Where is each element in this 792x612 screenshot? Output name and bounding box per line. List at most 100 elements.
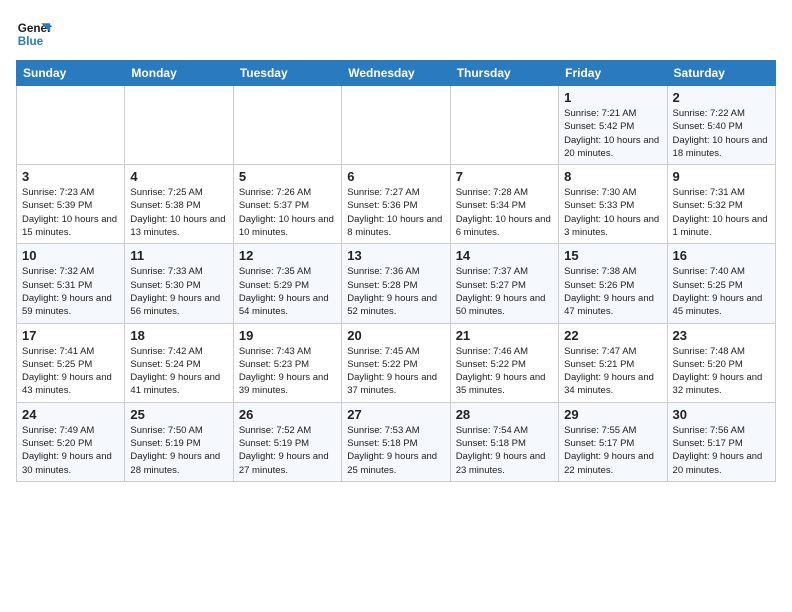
col-header-wednesday: Wednesday bbox=[342, 61, 450, 86]
day-number: 13 bbox=[347, 248, 444, 263]
col-header-monday: Monday bbox=[125, 61, 233, 86]
day-info: Sunrise: 7:33 AM Sunset: 5:30 PM Dayligh… bbox=[130, 265, 227, 318]
day-cell: 21Sunrise: 7:46 AM Sunset: 5:22 PM Dayli… bbox=[450, 323, 558, 402]
day-info: Sunrise: 7:49 AM Sunset: 5:20 PM Dayligh… bbox=[22, 424, 119, 477]
day-info: Sunrise: 7:43 AM Sunset: 5:23 PM Dayligh… bbox=[239, 345, 336, 398]
day-number: 23 bbox=[673, 328, 770, 343]
col-header-sunday: Sunday bbox=[17, 61, 125, 86]
day-info: Sunrise: 7:25 AM Sunset: 5:38 PM Dayligh… bbox=[130, 186, 227, 239]
day-number: 22 bbox=[564, 328, 661, 343]
day-number: 28 bbox=[456, 407, 553, 422]
day-cell: 20 Sunrise: 7:45 AM Sunset: 5:22 PM Dayli… bbox=[342, 323, 450, 402]
day-info: Sunrise: 7:47 AM Sunset: 5:21 PM Dayligh… bbox=[564, 345, 661, 398]
day-cell: 9Sunrise: 7:31 AM Sunset: 5:32 PM Daylig… bbox=[667, 165, 775, 244]
day-number: 12 bbox=[239, 248, 336, 263]
day-cell: 14 Sunrise: 7:37 AM Sunset: 5:27 PM Dayli… bbox=[450, 244, 558, 323]
day-cell bbox=[342, 86, 450, 165]
day-cell: 7 Sunrise: 7:28 AM Sunset: 5:34 PM Daylig… bbox=[450, 165, 558, 244]
day-number: 19 bbox=[239, 328, 336, 343]
day-cell: 1 Sunrise: 7:21 AM Sunset: 5:42 PM Daylig… bbox=[559, 86, 667, 165]
day-cell: 23 Sunrise: 7:48 AM Sunset: 5:20 PM Dayli… bbox=[667, 323, 775, 402]
day-number: 2 bbox=[673, 90, 770, 105]
day-number: 24 bbox=[22, 407, 119, 422]
day-cell: 12 Sunrise: 7:35 AM Sunset: 5:29 PM Dayli… bbox=[233, 244, 341, 323]
day-info: Sunrise: 7:37 AM Sunset: 5:27 PM Dayligh… bbox=[456, 265, 553, 318]
day-info: Sunrise: 7:40 AM Sunset: 5:25 PM Dayligh… bbox=[673, 265, 770, 318]
day-cell: 4 Sunrise: 7:25 AM Sunset: 5:38 PM Daylig… bbox=[125, 165, 233, 244]
day-info: Sunrise: 7:56 AM Sunset: 5:17 PM Dayligh… bbox=[673, 424, 770, 477]
day-info: Sunrise: 7:42 AM Sunset: 5:24 PM Dayligh… bbox=[130, 345, 227, 398]
week-row-5: 24 Sunrise: 7:49 AM Sunset: 5:20 PM Dayli… bbox=[17, 402, 776, 481]
day-number: 4 bbox=[130, 169, 227, 184]
day-number: 7 bbox=[456, 169, 553, 184]
day-number: 1 bbox=[564, 90, 661, 105]
day-number: 25 bbox=[130, 407, 227, 422]
day-cell bbox=[17, 86, 125, 165]
day-info: Sunrise: 7:50 AM Sunset: 5:19 PM Dayligh… bbox=[130, 424, 227, 477]
day-info: Sunrise: 7:53 AM Sunset: 5:18 PM Dayligh… bbox=[347, 424, 444, 477]
week-row-4: 17 Sunrise: 7:41 AM Sunset: 5:25 PM Dayli… bbox=[17, 323, 776, 402]
col-header-thursday: Thursday bbox=[450, 61, 558, 86]
week-row-1: 1 Sunrise: 7:21 AM Sunset: 5:42 PM Daylig… bbox=[17, 86, 776, 165]
day-cell: 27 Sunrise: 7:53 AM Sunset: 5:18 PM Dayli… bbox=[342, 402, 450, 481]
day-cell: 28 Sunrise: 7:54 AM Sunset: 5:18 PM Dayli… bbox=[450, 402, 558, 481]
day-cell: 25 Sunrise: 7:50 AM Sunset: 5:19 PM Dayli… bbox=[125, 402, 233, 481]
logo-icon: General Blue bbox=[16, 16, 52, 52]
day-cell: 24 Sunrise: 7:49 AM Sunset: 5:20 PM Dayli… bbox=[17, 402, 125, 481]
day-info: Sunrise: 7:41 AM Sunset: 5:25 PM Dayligh… bbox=[22, 345, 119, 398]
day-cell: 13 Sunrise: 7:36 AM Sunset: 5:28 PM Dayli… bbox=[342, 244, 450, 323]
day-number: 11 bbox=[130, 248, 227, 263]
day-number: 27 bbox=[347, 407, 444, 422]
day-number: 14 bbox=[456, 248, 553, 263]
day-info: Sunrise: 7:54 AM Sunset: 5:18 PM Dayligh… bbox=[456, 424, 553, 477]
day-info: Sunrise: 7:38 AM Sunset: 5:26 PM Dayligh… bbox=[564, 265, 661, 318]
day-info: Sunrise: 7:22 AM Sunset: 5:40 PM Dayligh… bbox=[673, 107, 770, 160]
day-cell: 18 Sunrise: 7:42 AM Sunset: 5:24 PM Dayli… bbox=[125, 323, 233, 402]
day-info: Sunrise: 7:45 AM Sunset: 5:22 PM Dayligh… bbox=[347, 345, 444, 398]
day-cell bbox=[450, 86, 558, 165]
day-info: Sunrise: 7:55 AM Sunset: 5:17 PM Dayligh… bbox=[564, 424, 661, 477]
day-number: 21 bbox=[456, 328, 553, 343]
day-info: Sunrise: 7:23 AM Sunset: 5:39 PM Dayligh… bbox=[22, 186, 119, 239]
day-number: 30 bbox=[673, 407, 770, 422]
col-header-saturday: Saturday bbox=[667, 61, 775, 86]
day-info: Sunrise: 7:30 AM Sunset: 5:33 PM Dayligh… bbox=[564, 186, 661, 239]
logo: General Blue bbox=[16, 16, 52, 52]
day-number: 8 bbox=[564, 169, 661, 184]
day-number: 20 bbox=[347, 328, 444, 343]
day-number: 16 bbox=[673, 248, 770, 263]
day-number: 18 bbox=[130, 328, 227, 343]
day-info: Sunrise: 7:48 AM Sunset: 5:20 PM Dayligh… bbox=[673, 345, 770, 398]
day-number: 3 bbox=[22, 169, 119, 184]
calendar-header: SundayMondayTuesdayWednesdayThursdayFrid… bbox=[17, 61, 776, 86]
day-number: 5 bbox=[239, 169, 336, 184]
day-info: Sunrise: 7:36 AM Sunset: 5:28 PM Dayligh… bbox=[347, 265, 444, 318]
day-info: Sunrise: 7:28 AM Sunset: 5:34 PM Dayligh… bbox=[456, 186, 553, 239]
day-info: Sunrise: 7:21 AM Sunset: 5:42 PM Dayligh… bbox=[564, 107, 661, 160]
day-cell: 19 Sunrise: 7:43 AM Sunset: 5:23 PM Dayli… bbox=[233, 323, 341, 402]
week-row-3: 10 Sunrise: 7:32 AM Sunset: 5:31 PM Dayli… bbox=[17, 244, 776, 323]
day-info: Sunrise: 7:31 AM Sunset: 5:32 PM Dayligh… bbox=[673, 186, 770, 239]
day-cell: 10 Sunrise: 7:32 AM Sunset: 5:31 PM Dayli… bbox=[17, 244, 125, 323]
day-cell: 26Sunrise: 7:52 AM Sunset: 5:19 PM Dayli… bbox=[233, 402, 341, 481]
svg-text:Blue: Blue bbox=[18, 35, 44, 48]
day-cell: 3 Sunrise: 7:23 AM Sunset: 5:39 PM Daylig… bbox=[17, 165, 125, 244]
day-number: 26 bbox=[239, 407, 336, 422]
day-cell: 30 Sunrise: 7:56 AM Sunset: 5:17 PM Dayli… bbox=[667, 402, 775, 481]
day-info: Sunrise: 7:35 AM Sunset: 5:29 PM Dayligh… bbox=[239, 265, 336, 318]
col-header-friday: Friday bbox=[559, 61, 667, 86]
week-row-2: 3 Sunrise: 7:23 AM Sunset: 5:39 PM Daylig… bbox=[17, 165, 776, 244]
day-info: Sunrise: 7:27 AM Sunset: 5:36 PM Dayligh… bbox=[347, 186, 444, 239]
day-number: 6 bbox=[347, 169, 444, 184]
calendar-table: SundayMondayTuesdayWednesdayThursdayFrid… bbox=[16, 60, 776, 482]
day-number: 10 bbox=[22, 248, 119, 263]
page-header: General Blue bbox=[16, 16, 776, 52]
day-number: 17 bbox=[22, 328, 119, 343]
day-cell: 16 Sunrise: 7:40 AM Sunset: 5:25 PM Dayli… bbox=[667, 244, 775, 323]
day-cell: 6 Sunrise: 7:27 AM Sunset: 5:36 PM Daylig… bbox=[342, 165, 450, 244]
day-number: 15 bbox=[564, 248, 661, 263]
day-cell bbox=[125, 86, 233, 165]
day-cell: 8 Sunrise: 7:30 AM Sunset: 5:33 PM Daylig… bbox=[559, 165, 667, 244]
day-cell: 17 Sunrise: 7:41 AM Sunset: 5:25 PM Dayli… bbox=[17, 323, 125, 402]
day-info: Sunrise: 7:32 AM Sunset: 5:31 PM Dayligh… bbox=[22, 265, 119, 318]
